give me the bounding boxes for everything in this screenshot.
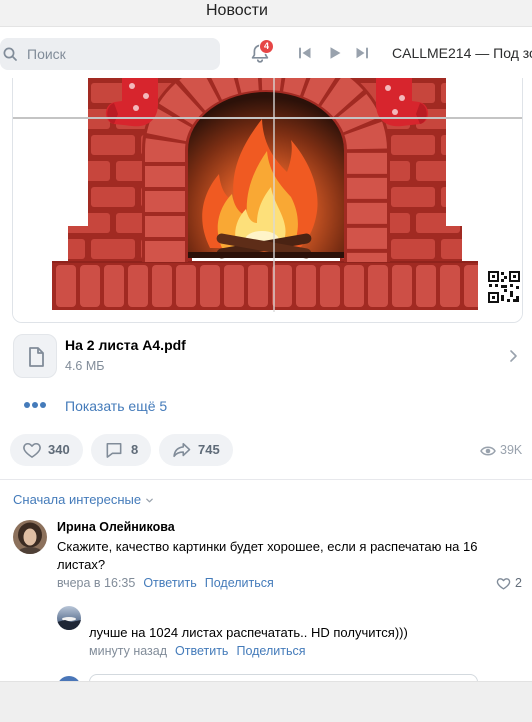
- attachment-row[interactable]: На 2 листа А4.pdf 4.6 МБ: [0, 328, 532, 384]
- show-more-button[interactable]: Показать ещё 5: [13, 392, 183, 420]
- document-icon: [29, 347, 44, 367]
- next-track-icon[interactable]: [355, 46, 369, 60]
- avatar[interactable]: [13, 520, 47, 554]
- search-icon: [3, 47, 17, 61]
- reply-text: лучше на 1024 листах распечатать.. HD по…: [89, 625, 408, 640]
- search-input[interactable]: [27, 44, 212, 64]
- attachment-name: На 2 листа А4.pdf: [65, 337, 186, 353]
- play-icon[interactable]: [328, 46, 342, 60]
- notifications-badge: 4: [259, 39, 274, 54]
- player-track-title[interactable]: CALLME214 — Под зо: [392, 44, 532, 62]
- like-count: 340: [48, 442, 70, 457]
- chevron-right-icon: [510, 350, 517, 362]
- chevron-down-icon: [146, 498, 153, 502]
- comment-count: 8: [131, 442, 139, 457]
- share-comment-button[interactable]: Поделиться: [205, 575, 274, 591]
- comment-like-button[interactable]: 2: [496, 575, 522, 591]
- search-box[interactable]: [0, 38, 220, 70]
- reply-button[interactable]: Ответить: [175, 643, 228, 659]
- header: 4 CALLME214 — Под зо: [0, 27, 532, 78]
- reply-button[interactable]: Ответить: [143, 575, 196, 591]
- like-button[interactable]: 340: [10, 434, 83, 466]
- qr-code: [488, 271, 520, 303]
- comments-sort-label: Сначала интересные: [13, 492, 142, 507]
- avatar-photo: [13, 520, 47, 554]
- share-count: 745: [198, 442, 220, 457]
- eye-icon: [480, 446, 496, 456]
- share-button[interactable]: 745: [159, 434, 233, 466]
- heart-icon: [23, 442, 41, 458]
- comment-author[interactable]: Ирина Олейникова: [57, 519, 175, 535]
- comment-text: Скажите, качество картинки будет хорошее…: [57, 539, 478, 572]
- previous-track-icon[interactable]: [298, 46, 312, 60]
- comment-meta: вчера в 16:35 Ответить Поделиться: [57, 575, 274, 591]
- more-dots-icon: [24, 402, 46, 408]
- window-title: Новости: [206, 2, 268, 19]
- bottom-bar: [0, 681, 532, 722]
- post-image-fireplace[interactable]: [12, 40, 523, 323]
- avatar-photo: [57, 606, 81, 630]
- reply-meta: минуту назад Ответить Поделиться: [89, 643, 305, 659]
- comment: Ирина Олейникова Скажите, качество карти…: [0, 515, 532, 595]
- reply-time[interactable]: минуту назад: [89, 643, 167, 659]
- share-reply-button[interactable]: Поделиться: [236, 643, 305, 659]
- comment-time[interactable]: вчера в 16:35: [57, 575, 135, 591]
- views-count: 39K: [500, 443, 523, 457]
- comments-sort-dropdown[interactable]: Сначала интересные: [13, 491, 154, 509]
- attachment-size: 4.6 МБ: [65, 359, 105, 373]
- comment-like-count: 2: [515, 576, 522, 590]
- comment-button[interactable]: 8: [91, 434, 151, 466]
- window-title-bar: Новости: [0, 0, 532, 27]
- comment-icon: [106, 442, 122, 458]
- avatar[interactable]: [57, 606, 81, 630]
- post-image-card[interactable]: [12, 40, 523, 323]
- heart-icon: [496, 577, 511, 589]
- divider: [0, 479, 532, 480]
- document-thumbnail: [13, 334, 57, 378]
- show-more-label: Показать ещё 5: [65, 398, 168, 414]
- share-icon: [173, 442, 191, 458]
- comment-reply: лучше на 1024 листах распечатать.. HD по…: [0, 600, 532, 662]
